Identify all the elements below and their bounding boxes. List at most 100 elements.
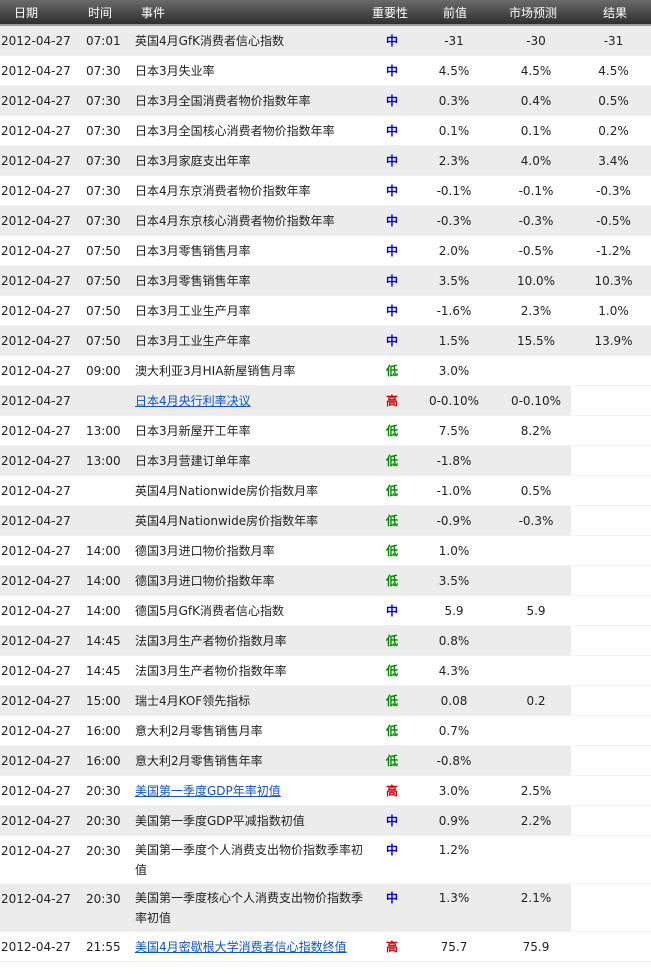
row-event: 澳大利亚3月HIA新屋销售月率: [135, 364, 296, 378]
header-time: 时间: [88, 6, 113, 20]
row-previous: 0.8%: [438, 634, 470, 648]
row-event: 美国4月密歇根大学消费者信心指数终值: [135, 932, 365, 962]
table-row: 2012-04-27 07:01 英国4月GfK消费者信心指数 中 -31 -30 -31: [0, 26, 651, 56]
importance-badge: 中: [385, 244, 398, 258]
row-date: 2012-04-27: [1, 274, 71, 288]
row-date: 2012-04-27: [1, 214, 71, 228]
row-time: 07:30: [86, 94, 121, 108]
row-result: 13.9%: [594, 334, 633, 348]
importance-badge: 低: [385, 724, 398, 738]
row-result: 0.2%: [598, 124, 629, 138]
row-previous: 3.5%: [438, 274, 470, 288]
row-forecast: 0.4%: [520, 94, 552, 108]
row-date: 2012-04-27: [1, 724, 71, 738]
event-link[interactable]: 美国4月密歇根大学消费者信心指数终值: [135, 940, 347, 954]
row-event: 德国3月进口物价指数年率: [135, 574, 275, 588]
importance-badge: 中: [385, 891, 398, 905]
table-row: 2012-04-27 14:45 法国3月生产者物价指数年率 低 4.3%: [0, 656, 651, 686]
table-row: 2012-04-27 07:30 日本3月全国消费者物价指数年率 中 0.3% 0.4% 0…: [0, 86, 651, 116]
importance-badge: 中: [385, 184, 398, 198]
row-date: 2012-04-27: [1, 634, 71, 648]
row-result: 1.0%: [598, 304, 629, 318]
importance-badge: 低: [385, 694, 398, 708]
row-event: 日本3月营建订单年率: [135, 454, 251, 468]
row-previous: 0.1%: [438, 124, 470, 138]
row-event: 英国4月GfK消费者信心指数: [135, 34, 285, 48]
header-event: 事件: [141, 6, 166, 20]
row-previous: -31: [444, 34, 464, 48]
table-row: 2012-04-27 07:30 日本4月东京核心消费者物价指数年率 中 -0.3% -0…: [0, 206, 651, 236]
row-date: 2012-04-27: [1, 304, 71, 318]
row-time: 07:30: [86, 214, 121, 228]
row-time: 14:45: [86, 664, 121, 678]
row-time: 07:30: [86, 154, 121, 168]
row-date: 2012-04-27: [1, 940, 71, 954]
importance-badge: 低: [385, 514, 398, 528]
row-event: 法国3月生产者物价指数年率: [135, 664, 287, 678]
row-previous: 5.9: [444, 604, 464, 618]
row-result: 0.5%: [598, 94, 629, 108]
table-row: 2012-04-27 07:50 日本3月零售销售月率 中 2.0% -0.5% -1.2%: [0, 236, 651, 266]
row-date: 2012-04-27: [1, 154, 71, 168]
row-event: 瑞士4月KOF领先指标: [135, 694, 251, 708]
importance-badge: 低: [385, 754, 398, 768]
importance-badge: 低: [385, 454, 398, 468]
row-date: 2012-04-27: [1, 94, 71, 108]
row-forecast: 2.1%: [520, 891, 552, 905]
row-time: 21:55: [86, 940, 121, 954]
event-link[interactable]: 美国第一季度GDP年率初值: [135, 784, 281, 798]
table-row: 2012-04-27 英国4月Nationwide房价指数月率 低 -1.0% 0.5%: [0, 476, 651, 506]
row-forecast: 0.2: [526, 694, 546, 708]
importance-badge: 中: [385, 94, 398, 108]
row-date: 2012-04-27: [1, 544, 71, 558]
table-row: 2012-04-27 07:30 日本3月全国核心消费者物价指数年率 中 0.1% 0.1…: [0, 116, 651, 146]
row-previous: 3.0%: [438, 784, 470, 798]
row-event: 日本3月零售销售月率: [135, 244, 251, 258]
table-row: 2012-04-27 07:50 日本3月零售销售年率 中 3.5% 10.0% 10.3%: [0, 266, 651, 296]
calendar-table-body: 2012-04-27 07:01 英国4月GfK消费者信心指数中 -31 -30 -31 2…: [0, 26, 651, 962]
importance-badge: 高: [385, 784, 398, 798]
row-forecast: 0.1%: [520, 124, 552, 138]
row-previous: -1.6%: [436, 304, 472, 318]
row-event: 德国5月GfK消费者信心指数: [135, 604, 285, 618]
row-result: 4.5%: [598, 64, 629, 78]
row-forecast: -0.5%: [518, 244, 554, 258]
table-row: 2012-04-27 14:00 德国5月GfK消费者信心指数 中 5.9 5.9: [0, 596, 651, 626]
table-row: 2012-04-27 07:30 日本4月东京消费者物价指数年率 中 -0.1% -0.1…: [0, 176, 651, 206]
row-time: 20:30: [86, 892, 121, 906]
row-time: 20:30: [86, 844, 121, 858]
importance-badge: 低: [385, 424, 398, 438]
row-time: 07:50: [86, 244, 121, 258]
table-row: 2012-04-27 07:50 日本3月工业生产年率 中 1.5% 15.5% 13.9%: [0, 326, 651, 356]
row-time: 16:00: [86, 724, 121, 738]
row-date: 2012-04-27: [1, 574, 71, 588]
event-link[interactable]: 日本4月央行利率决议: [135, 394, 251, 408]
row-previous: 4.3%: [438, 664, 470, 678]
row-date: 2012-04-27: [1, 784, 71, 798]
row-forecast: 15.5%: [516, 334, 556, 348]
row-date: 2012-04-27: [1, 814, 71, 828]
importance-badge: 高: [385, 394, 398, 408]
row-time: 14:00: [86, 544, 121, 558]
importance-badge: 高: [385, 940, 398, 954]
row-forecast: -0.3%: [518, 514, 554, 528]
table-row: 2012-04-27 16:00 意大利2月零售销售年率 低 -0.8%: [0, 746, 651, 776]
row-previous: -1.8%: [436, 454, 472, 468]
row-date: 2012-04-27: [1, 484, 71, 498]
row-previous: 2.0%: [438, 244, 470, 258]
row-previous: -0.1%: [436, 184, 472, 198]
row-event: 日本3月家庭支出年率: [135, 154, 251, 168]
importance-badge: 低: [385, 664, 398, 678]
row-forecast: 0.5%: [520, 484, 552, 498]
row-previous: 2.3%: [438, 154, 470, 168]
row-event: 美国第一季度个人消费支出物价指数季率初值: [135, 843, 364, 877]
importance-badge: 中: [385, 64, 398, 78]
row-forecast: 8.2%: [520, 424, 552, 438]
row-event: 日本3月全国核心消费者物价指数年率: [135, 124, 335, 138]
header-previous: 前值: [443, 6, 468, 20]
row-date: 2012-04-27: [1, 664, 71, 678]
table-row: 2012-04-27 14:00 德国3月进口物价指数月率 低 1.0%: [0, 536, 651, 566]
table-row: 2012-04-27 21:55 美国4月密歇根大学消费者信心指数终值 高 75.7 75…: [0, 932, 651, 962]
row-time: 20:30: [86, 814, 121, 828]
row-result: -0.5%: [596, 214, 631, 228]
